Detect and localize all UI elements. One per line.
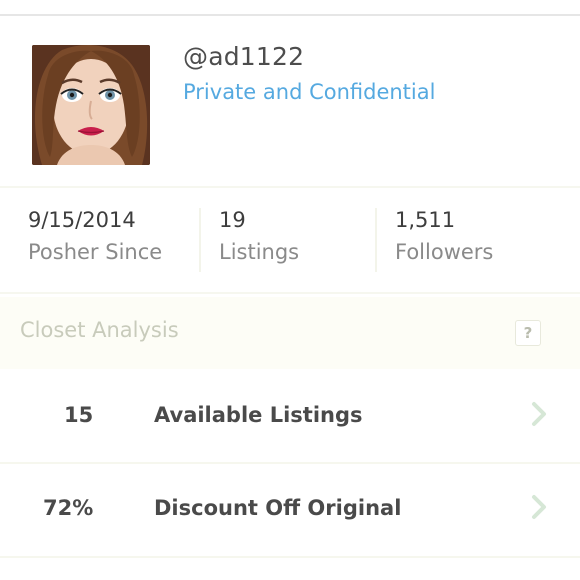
row-value: 72% [43, 496, 94, 520]
stat-divider [375, 208, 377, 272]
username: @ad1122 [183, 42, 305, 71]
stat-value: 1,511 [395, 208, 456, 232]
stat-value: 19 [219, 208, 246, 232]
stat-label: Posher Since [28, 240, 163, 264]
row-available-listings[interactable]: 15 Available Listings [0, 376, 580, 456]
stats-top-divider [0, 186, 580, 188]
avatar[interactable] [32, 45, 150, 165]
row-divider [0, 462, 580, 464]
avatar-portrait [32, 45, 150, 165]
profile-page: @ad1122 Private and Confidential 9/15/20… [0, 0, 580, 580]
stat-value: 9/15/2014 [28, 208, 136, 232]
row-label: Discount Off Original [154, 496, 402, 520]
stats-bottom-divider [0, 292, 580, 294]
row-value: 15 [64, 403, 94, 427]
top-divider [0, 14, 580, 16]
row-divider [0, 556, 580, 558]
stat-label: Listings [219, 240, 300, 264]
help-icon[interactable]: ? [515, 320, 541, 346]
row-discount-off-original[interactable]: 72% Discount Off Original [0, 468, 580, 548]
row-label: Available Listings [154, 403, 363, 427]
chevron-right-icon [532, 495, 546, 519]
bio-text: Private and Confidential [183, 80, 436, 104]
stat-listings[interactable]: 19 Listings [219, 208, 299, 264]
stat-divider [199, 208, 201, 272]
chevron-right-icon [532, 402, 546, 426]
section-title: Closet Analysis [20, 318, 179, 342]
stat-followers[interactable]: 1,511 Followers [395, 208, 493, 264]
stat-label: Followers [395, 240, 494, 264]
stat-posher-since: 9/15/2014 Posher Since [28, 208, 162, 264]
